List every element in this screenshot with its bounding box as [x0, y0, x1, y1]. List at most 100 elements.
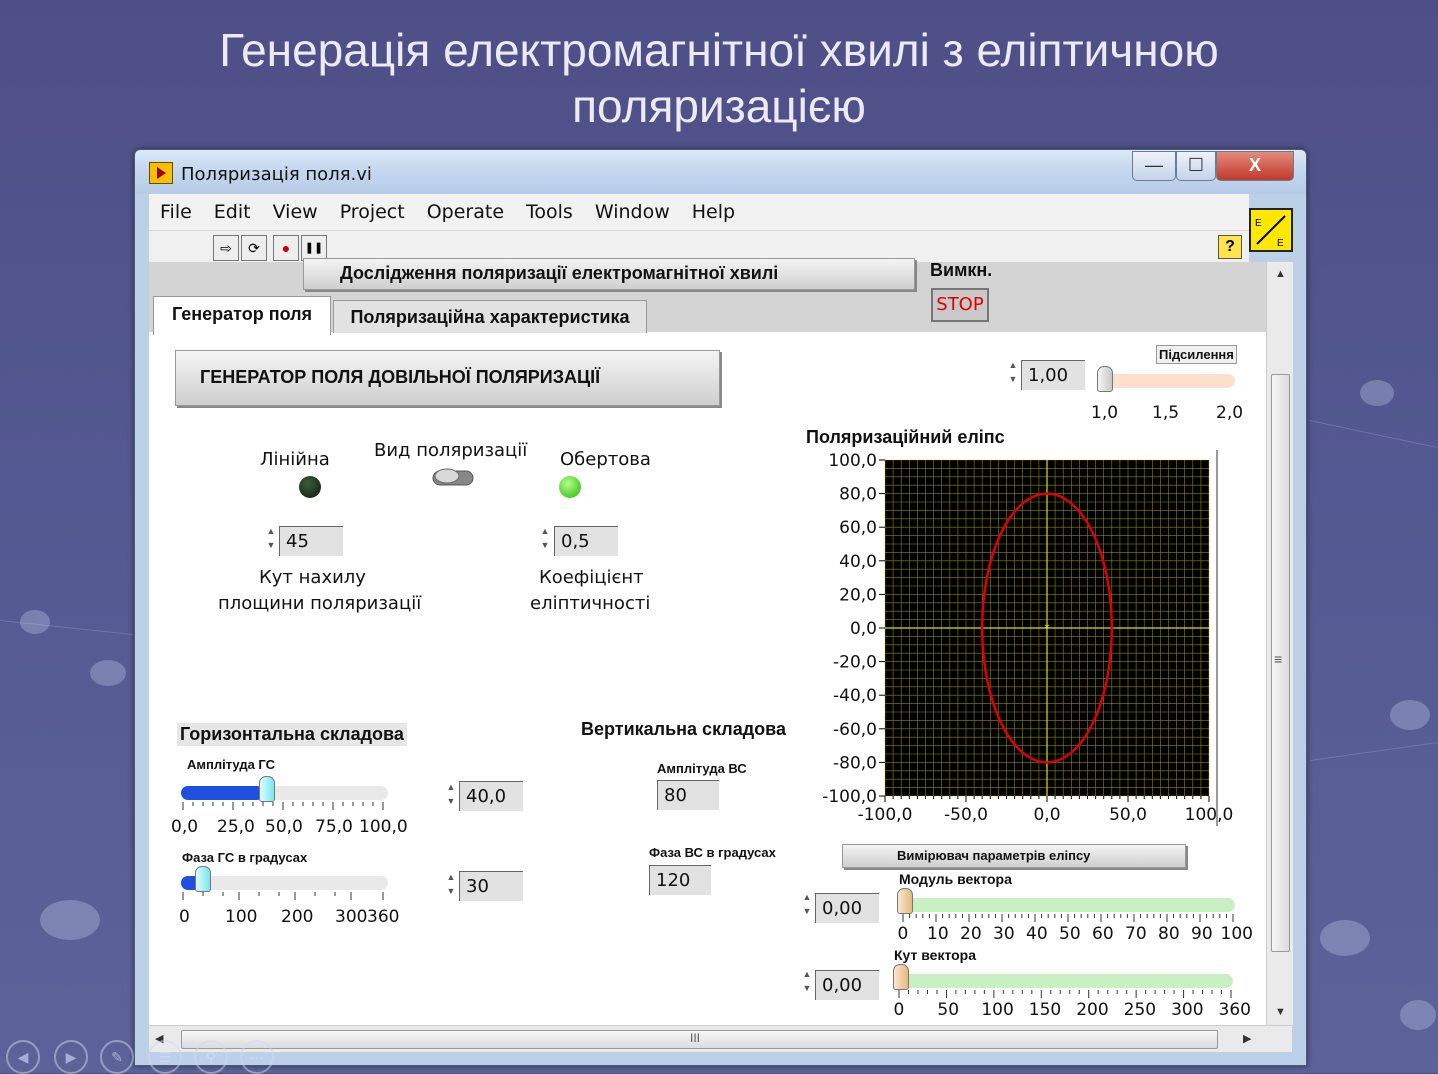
horizontal-amplitude-input[interactable]: 40,0: [459, 781, 523, 811]
close-button[interactable]: X: [1216, 151, 1294, 181]
gain-input[interactable]: 1,00: [1021, 360, 1085, 390]
gain-label: Підсилення: [1156, 345, 1237, 364]
vector-angle-input[interactable]: 0,00: [815, 970, 879, 1000]
menu-operate[interactable]: Operate: [416, 194, 515, 230]
horizontal-scroll-thumb[interactable]: III: [181, 1030, 1218, 1049]
horizontal-scrollbar[interactable]: ◀ III ▶: [149, 1025, 1292, 1052]
zoom-icon[interactable]: ⚲: [194, 1040, 228, 1074]
y-tick-label: -20,0: [833, 653, 877, 673]
pen-icon[interactable]: ✎: [100, 1040, 134, 1074]
next-slide-icon[interactable]: ▶: [54, 1040, 88, 1074]
vector-angle-tick-label: 200: [1076, 1000, 1109, 1020]
run-icon[interactable]: ⇨: [213, 235, 239, 261]
horizontal-phase-scale: [182, 892, 384, 900]
vector-angle-label: Кут вектора: [894, 947, 977, 963]
y-tick-label: -80,0: [833, 753, 877, 773]
vector-angle-spin-icon[interactable]: ▲ ▼: [801, 967, 813, 997]
vector-angle-slider[interactable]: [897, 974, 1233, 988]
tab-polarization-characteristic[interactable]: Поляризаційна характеристика: [333, 300, 647, 333]
menu-tools[interactable]: Tools: [515, 194, 584, 230]
abort-icon[interactable]: ●: [273, 235, 299, 261]
vertical-amplitude-input[interactable]: 80: [657, 780, 719, 810]
vector-angle-knob[interactable]: [893, 964, 909, 990]
menu-edit[interactable]: Edit: [203, 194, 262, 230]
modulus-spin-icon[interactable]: ▲ ▼: [801, 890, 813, 920]
ellipticity-input[interactable]: 0,5: [554, 526, 618, 556]
polarization-type-label: Вид поляризації: [374, 440, 528, 461]
gain-knob[interactable]: [1097, 366, 1113, 392]
meter-heading: Вимірювач параметрів еліпсу: [897, 848, 1091, 863]
horizontal-phase-input[interactable]: 30: [459, 871, 523, 901]
menu-project[interactable]: Project: [329, 194, 416, 230]
slide-menu-icon[interactable]: ☰: [148, 1040, 182, 1074]
horizontal-amplitude-tick: 100,0: [359, 817, 408, 837]
horizontal-phase-knob[interactable]: [195, 866, 211, 892]
gain-spin-icon[interactable]: ▲ ▼: [1007, 358, 1019, 388]
vertical-scroll-thumb[interactable]: ≡: [1271, 374, 1290, 952]
modulus-scale: [902, 914, 1234, 922]
scroll-right-arrow[interactable]: ▶: [1243, 1032, 1251, 1045]
y-tick-label: 80,0: [839, 485, 877, 505]
maximize-button[interactable]: ☐: [1176, 151, 1216, 181]
polarization-type-toggle[interactable]: [431, 465, 479, 495]
menu-window[interactable]: Window: [584, 194, 681, 230]
x-tick-label: 50,0: [1109, 805, 1147, 825]
stop-button[interactable]: STOP: [931, 288, 989, 322]
header-title-plate: Дослідження поляризації електромагнітної…: [303, 258, 915, 290]
vector-angle-tick-label: 100: [981, 1000, 1014, 1020]
linear-led: [299, 476, 321, 498]
menu-view[interactable]: View: [262, 194, 329, 230]
modulus-knob[interactable]: [897, 888, 913, 914]
horizontal-phase-tick: 360: [367, 907, 400, 927]
generator-heading-plate: ГЕНЕРАТОР ПОЛЯ ДОВІЛЬНОЇ ПОЛЯРИЗАЦІЇ: [175, 350, 720, 406]
horizontal-scroll-grip: III: [690, 1031, 701, 1045]
y-tick-label: -100,0: [822, 787, 877, 807]
minimize-button[interactable]: —: [1132, 151, 1176, 181]
horizontal-amplitude-spin-icon[interactable]: ▲ ▼: [445, 780, 457, 810]
modulus-tick-label: 60: [1092, 924, 1114, 944]
modulus-slider[interactable]: [901, 898, 1235, 912]
vi-icon-graphic: E E: [1255, 215, 1286, 249]
meter-heading-plate: Вимірювач параметрів еліпсу: [842, 844, 1186, 868]
center-marker: *: [1045, 621, 1050, 635]
angle-spin-icon[interactable]: ▲ ▼: [265, 524, 277, 554]
ellipticity-spin-icon[interactable]: ▲ ▼: [539, 524, 551, 554]
background-line: [0, 620, 134, 636]
window-title: Поляризація поля.vi: [181, 164, 372, 185]
context-help-icon[interactable]: ?: [1218, 235, 1242, 259]
vector-angle-scale: [898, 990, 1232, 998]
gain-slider[interactable]: [1099, 374, 1235, 388]
gain-tick: 1,0: [1091, 403, 1119, 423]
svg-text:E: E: [1277, 238, 1284, 249]
angle-input[interactable]: 45: [279, 526, 343, 556]
vertical-scroll-grip: ≡: [1274, 651, 1283, 667]
title-bar[interactable]: Поляризація поля.vi — ☐ X: [135, 150, 1306, 194]
modulus-tick-label: 100: [1220, 924, 1253, 944]
off-label: Вимкн.: [930, 260, 993, 280]
vertical-scrollbar[interactable]: ▲ ≡ ▼: [1266, 262, 1293, 1025]
angle-label-1: Кут нахилу: [259, 567, 366, 588]
vector-angle-tick-label: 300: [1171, 1000, 1204, 1020]
menu-help[interactable]: Help: [681, 194, 746, 230]
y-tick-label: 60,0: [839, 518, 877, 538]
horizontal-amplitude-tick: 50,0: [265, 817, 303, 837]
vertical-heading: Вертикальна складова: [581, 719, 786, 739]
gain-tick: 1,5: [1152, 403, 1180, 423]
vertical-phase-label: Фаза ВС в градусах: [649, 845, 776, 860]
prev-slide-icon[interactable]: ◀: [6, 1040, 40, 1074]
tab-field-generator[interactable]: Генератор поля: [153, 296, 331, 335]
horizontal-amplitude-fill: [181, 786, 264, 800]
vertical-phase-input[interactable]: 120: [649, 865, 711, 895]
horizontal-phase-slider[interactable]: [181, 876, 388, 890]
horizontal-amplitude-knob[interactable]: [259, 776, 275, 802]
y-tick-label: 100,0: [828, 451, 877, 471]
run-continuously-icon[interactable]: ⟳: [241, 235, 267, 261]
scroll-up-arrow[interactable]: ▲: [1275, 268, 1286, 280]
vertical-amplitude-label: Амплітуда ВС: [657, 761, 747, 776]
more-options-icon[interactable]: ···: [240, 1040, 274, 1074]
modulus-input[interactable]: 0,00: [815, 893, 879, 923]
menu-file[interactable]: File: [149, 194, 203, 230]
scroll-down-arrow[interactable]: ▼: [1275, 1006, 1286, 1018]
horizontal-phase-tick: 0: [179, 907, 190, 927]
horizontal-phase-spin-icon[interactable]: ▲ ▼: [445, 870, 457, 900]
